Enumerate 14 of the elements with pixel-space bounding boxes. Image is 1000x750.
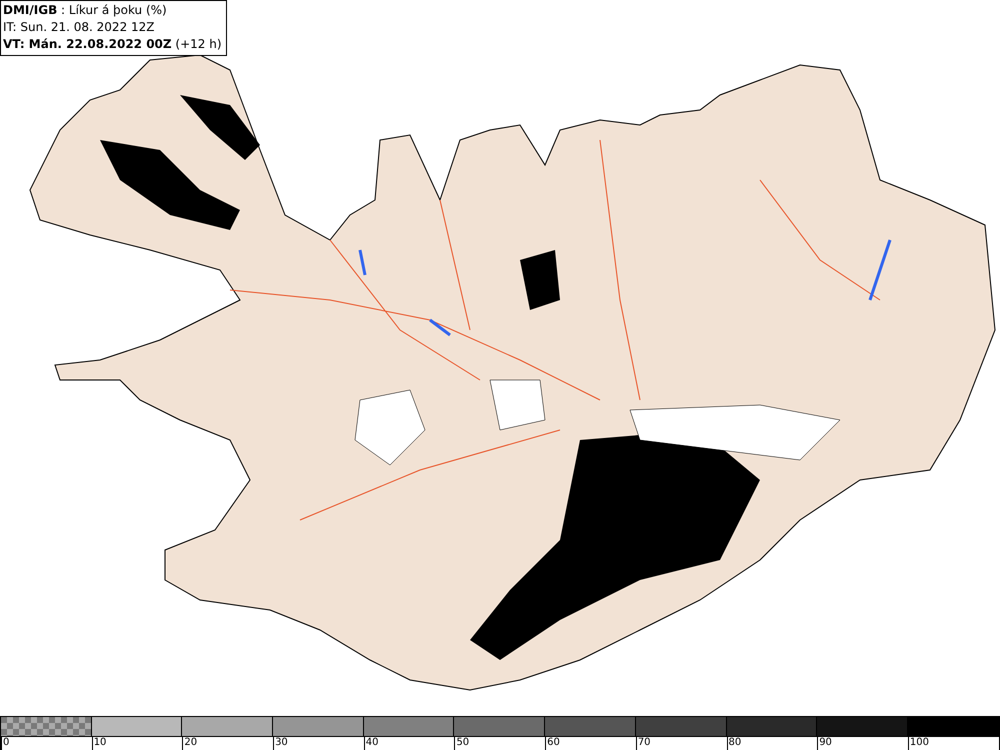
tick-label: 100 [908, 737, 929, 748]
tick-label: 70 [636, 737, 651, 748]
info-text: DMI/IGB : Líkur á þoku (%) [3, 2, 168, 19]
tick-label: 40 [364, 737, 378, 748]
tick-label: 50 [455, 737, 470, 748]
tick-label: 0 [2, 737, 10, 748]
tick-label: 80 [728, 737, 742, 748]
tick-label: 90 [818, 737, 832, 748]
tick-label: 20 [183, 737, 198, 748]
tick-label: 10 [92, 737, 106, 748]
tick-label: 30 [274, 737, 288, 748]
info-text: IT: Sun. 21. 08. 2022 12Z [3, 19, 156, 36]
tick-label: 60 [546, 737, 560, 748]
info-text: VT: Mán. 22.08.2022 00Z (+12 h) [3, 36, 222, 53]
